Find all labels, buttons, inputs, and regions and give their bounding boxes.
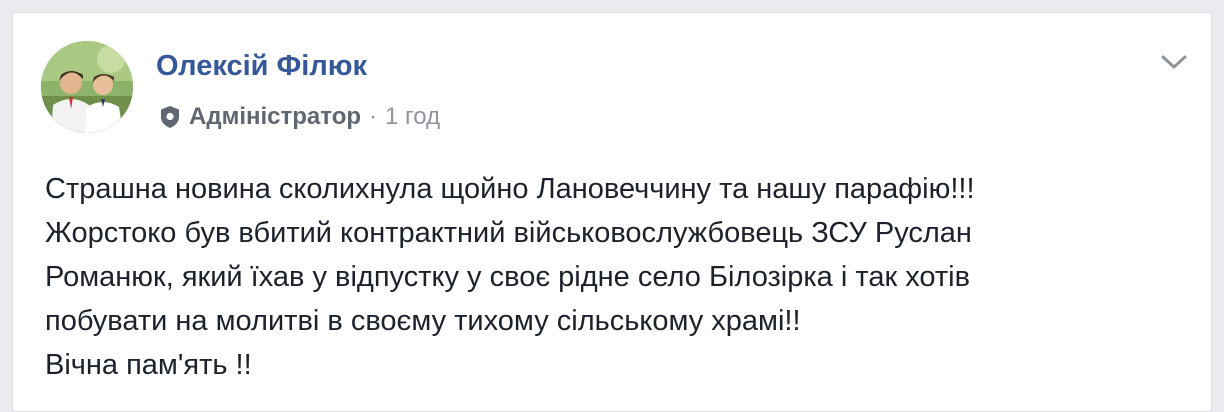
- post-text-line: Жорстоко був вбитий контрактний військов…: [45, 217, 972, 249]
- post-timestamp[interactable]: 1 год: [385, 103, 440, 131]
- post-card: Олексій Філюк Адміністратор · 1 год Стра…: [12, 12, 1212, 412]
- meta-separator: ·: [369, 103, 378, 130]
- post-body: Страшна новина сколихнула щойно Лановечч…: [45, 167, 1185, 387]
- role-badge: Адміністратор: [189, 103, 362, 130]
- post-text-line: Романюк, який їхав у відпустку у своє рі…: [45, 261, 970, 293]
- shield-icon: [159, 105, 181, 129]
- post-options-button[interactable]: [1159, 51, 1189, 73]
- avatar-photo: [41, 41, 133, 133]
- author-name-link[interactable]: Олексій Філюк: [156, 49, 367, 83]
- author-avatar[interactable]: [41, 41, 133, 133]
- post-text-line: Страшна новина сколихнула щойно Лановечч…: [45, 173, 975, 205]
- post-text-line: Вічна пам'ять !!: [45, 349, 252, 381]
- post-text-line: побувати на молитві в своєму тихому сіль…: [45, 305, 801, 337]
- chevron-down-icon: [1161, 55, 1187, 69]
- post-meta: Адміністратор · 1 год: [159, 101, 440, 133]
